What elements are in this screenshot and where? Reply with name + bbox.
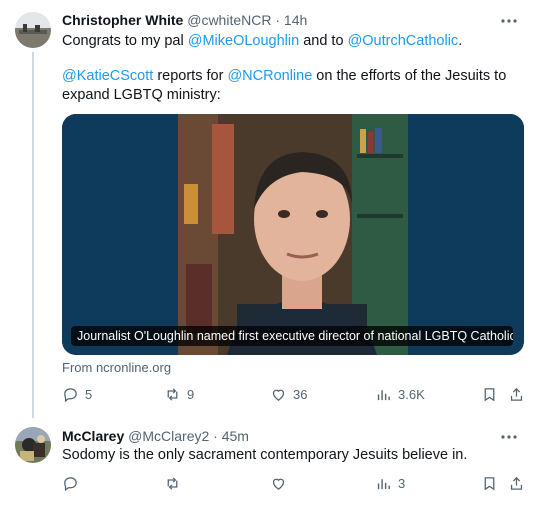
reply-icon [64, 476, 77, 491]
views-icon [377, 389, 390, 400]
more-icon[interactable] [499, 428, 519, 446]
avatar[interactable] [15, 427, 51, 463]
bookmark-button[interactable] [481, 472, 498, 494]
mention-link[interactable]: @NCRonline [227, 68, 312, 84]
like-button[interactable]: 36 [270, 383, 307, 405]
tweet-actions: 5 9 36 3.6K [62, 383, 532, 405]
views-button[interactable]: 3 [375, 472, 405, 494]
share-button[interactable] [508, 472, 525, 494]
like-icon [272, 389, 285, 401]
retweet-button[interactable] [164, 472, 181, 494]
views-count: 3 [398, 475, 406, 491]
bookmark-icon [484, 387, 495, 401]
more-icon[interactable] [499, 12, 519, 30]
retweet-icon [167, 387, 178, 401]
display-name[interactable]: McClarey [62, 428, 124, 444]
tweet-actions: 3 [62, 472, 532, 494]
views-icon [377, 478, 390, 489]
tweet-header: Christopher White @cwhiteNCR · 14h [62, 12, 308, 28]
retweet-icon [167, 476, 178, 490]
card-source[interactable]: From ncronline.org [62, 360, 171, 375]
mention-link[interactable]: @KatieCScott [62, 68, 153, 84]
views-count: 3.6K [398, 386, 425, 402]
reply-count: 5 [85, 386, 93, 402]
share-icon [510, 476, 523, 490]
tweet-header: McClarey @McClarey2 · 45m [62, 428, 249, 444]
tweet-2: McClarey @McClarey2 · 45m Sodomy is the … [0, 415, 535, 506]
bookmark-icon [484, 476, 495, 490]
card-title: Journalist O'Loughlin named first execut… [71, 326, 513, 346]
tweet-text: Sodomy is the only sacrament contemporar… [62, 447, 468, 463]
handle[interactable]: @cwhiteNCR [187, 12, 271, 28]
mention-link[interactable]: @OutrchCatholic [348, 33, 459, 49]
tweet-text-line-2: @KatieCScott reports for @NCRonline on t… [62, 68, 507, 84]
bookmark-button[interactable] [481, 383, 498, 405]
card-image [62, 114, 524, 355]
share-icon [510, 387, 523, 401]
timestamp[interactable]: 14h [284, 12, 307, 28]
retweet-button[interactable]: 9 [164, 383, 194, 405]
reply-icon [64, 387, 77, 402]
share-button[interactable] [508, 383, 525, 405]
retweet-count: 9 [187, 386, 195, 402]
link-card[interactable]: Journalist O'Loughlin named first execut… [62, 114, 524, 355]
like-count: 36 [293, 386, 308, 402]
like-button[interactable] [270, 472, 287, 494]
like-icon [272, 478, 285, 490]
reply-button[interactable] [62, 472, 79, 494]
display-name[interactable]: Christopher White [62, 12, 183, 28]
avatar[interactable] [15, 12, 51, 48]
mention-link[interactable]: @MikeOLoughlin [188, 33, 299, 49]
tweet-1: Christopher White @cwhiteNCR · 14h Congr… [0, 0, 535, 415]
tweet-text-line-3: expand LGBTQ ministry: [62, 87, 221, 103]
reply-button[interactable]: 5 [62, 383, 92, 405]
timestamp[interactable]: 45m [222, 428, 249, 444]
tweet-text-line-1: Congrats to my pal @MikeOLoughlin and to… [62, 33, 463, 49]
views-button[interactable]: 3.6K [375, 383, 425, 405]
handle[interactable]: @McClarey2 [128, 428, 209, 444]
